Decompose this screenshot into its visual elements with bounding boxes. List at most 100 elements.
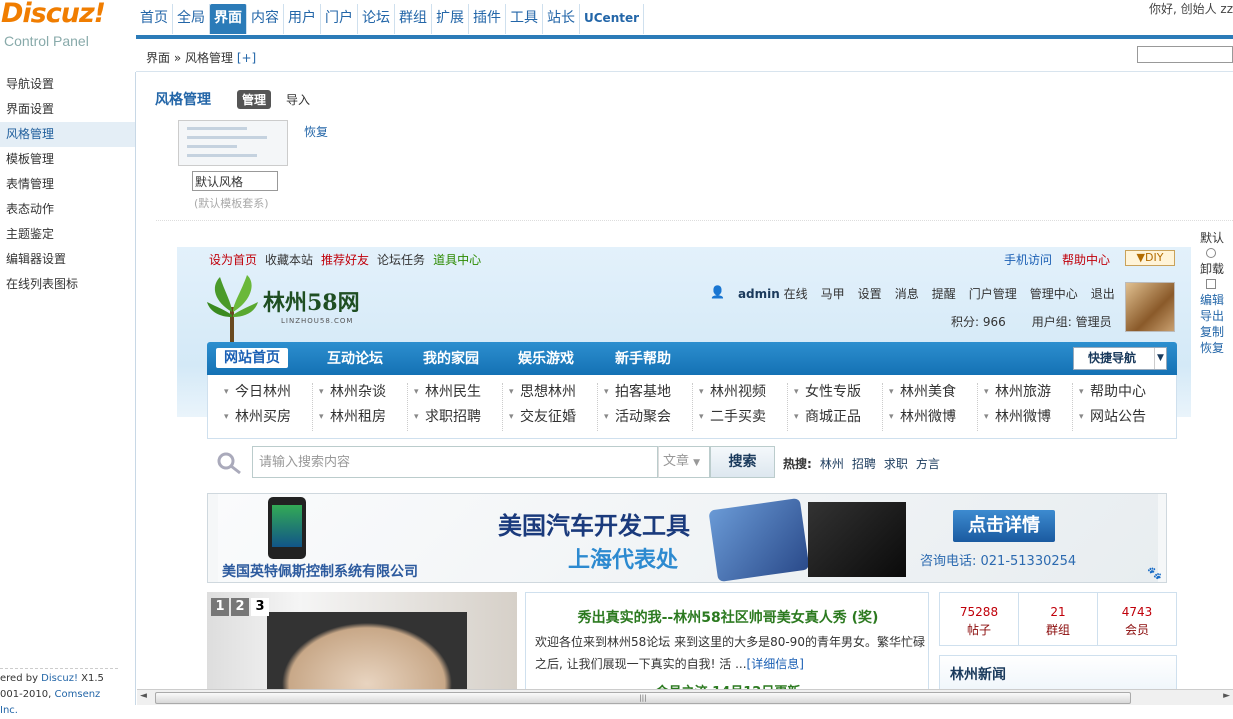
sub-nav-item[interactable]: 求职招聘 xyxy=(408,408,502,433)
nav-tab-4[interactable]: 用户 xyxy=(284,4,321,34)
search-button[interactable]: 搜索 xyxy=(710,446,775,478)
restore-link[interactable]: 恢复 xyxy=(304,123,328,140)
credits[interactable]: 积分: 966 xyxy=(951,313,1006,330)
horizontal-scrollbar[interactable]: ◄ ||| ► xyxy=(137,689,1233,705)
sub-nav-item[interactable]: 拍客基地 xyxy=(598,383,692,408)
quick-search-input[interactable] xyxy=(1137,46,1233,63)
hot-search-3[interactable]: 方言 xyxy=(916,455,940,472)
top-link-3[interactable]: 论坛任务 xyxy=(377,251,425,268)
sub-nav-item[interactable]: 思想林州 xyxy=(503,383,597,408)
ad-banner[interactable]: 美国英特佩斯控制系统有限公司 美国汽车开发工具 上海代表处 点击详情 咨询电话:… xyxy=(207,493,1167,583)
edit-link[interactable]: 编辑 xyxy=(1200,292,1233,308)
news-title-2[interactable]: 会员之流 14月12日更新 xyxy=(536,681,920,689)
hot-search-0[interactable]: 林州 xyxy=(820,455,844,472)
admin-center-link[interactable]: 管理中心 xyxy=(1030,285,1078,302)
nav-tab-2[interactable]: 界面 xyxy=(210,4,247,34)
sub-nav-item[interactable]: 林州旅游 xyxy=(978,383,1072,408)
nav-tab-7[interactable]: 群组 xyxy=(395,4,432,34)
style-name-input[interactable] xyxy=(192,171,278,191)
nav-tab-1[interactable]: 全局 xyxy=(173,4,210,34)
uninstall-checkbox[interactable] xyxy=(1206,279,1216,289)
sidebar-item-1[interactable]: 界面设置 xyxy=(0,97,135,122)
sub-nav-item[interactable]: 林州微博 xyxy=(978,408,1072,433)
scrollbar-thumb[interactable]: ||| xyxy=(155,692,1131,704)
username[interactable]: admin xyxy=(738,287,780,301)
stat-1[interactable]: 21 群组 xyxy=(1019,593,1098,645)
logout-link[interactable]: 退出 xyxy=(1091,285,1115,302)
top-link-1[interactable]: 收藏本站 xyxy=(265,251,313,268)
slider-page-0[interactable]: 1 xyxy=(211,598,229,616)
slider-page-2[interactable]: 3 xyxy=(251,598,269,616)
nav-tab-8[interactable]: 扩展 xyxy=(432,4,469,34)
image-slider[interactable]: 123 xyxy=(207,592,517,689)
sub-nav-item[interactable]: 女性专版 xyxy=(788,383,882,408)
nav-tab-11[interactable]: 站长 xyxy=(543,4,580,34)
sidebar-item-3[interactable]: 模板管理 xyxy=(0,147,135,172)
main-nav-item-0[interactable]: 网站首页 xyxy=(216,348,288,368)
hot-search-1[interactable]: 招聘 xyxy=(852,455,876,472)
sidebar-item-4[interactable]: 表情管理 xyxy=(0,172,135,197)
sub-nav-item[interactable]: 帮助中心 xyxy=(1073,383,1168,408)
slider-page-1[interactable]: 2 xyxy=(231,598,249,616)
main-nav-item-4[interactable]: 新手帮助 xyxy=(615,348,671,368)
scroll-right-icon[interactable]: ► xyxy=(1223,691,1230,701)
avatar[interactable] xyxy=(1125,282,1175,332)
sidebar-item-7[interactable]: 编辑器设置 xyxy=(0,247,135,272)
nav-tab-10[interactable]: 工具 xyxy=(506,4,543,34)
nav-tab-5[interactable]: 门户 xyxy=(321,4,358,34)
nav-tab-6[interactable]: 论坛 xyxy=(358,4,395,34)
help-link[interactable]: 帮助中心 xyxy=(1062,251,1110,268)
logo[interactable]: Discuz! Control Panel xyxy=(0,0,134,70)
breadcrumb-add-button[interactable]: [+] xyxy=(237,51,256,65)
sub-nav-item[interactable]: 林州视频 xyxy=(693,383,787,408)
main-nav-item-3[interactable]: 娱乐游戏 xyxy=(518,348,574,368)
sub-nav-item[interactable]: 商城正品 xyxy=(788,408,882,433)
restore-option-link[interactable]: 恢复 xyxy=(1200,340,1233,356)
portal-admin-link[interactable]: 门户管理 xyxy=(969,285,1017,302)
sub-nav-item[interactable]: 活动聚会 xyxy=(598,408,692,433)
nav-tab-3[interactable]: 内容 xyxy=(247,4,284,34)
scroll-left-icon[interactable]: ◄ xyxy=(140,691,147,701)
top-link-0[interactable]: 设为首页 xyxy=(209,251,257,268)
sidebar-item-5[interactable]: 表态动作 xyxy=(0,197,135,222)
sub-nav-item[interactable]: 林州租房 xyxy=(313,408,407,433)
top-link-2[interactable]: 推荐好友 xyxy=(321,251,369,268)
reminders-link[interactable]: 提醒 xyxy=(932,285,956,302)
nav-tab-0[interactable]: 首页 xyxy=(136,4,173,34)
sub-nav-item[interactable]: 网站公告 xyxy=(1073,408,1168,433)
top-link-4[interactable]: 道具中心 xyxy=(433,251,481,268)
sidebar-item-6[interactable]: 主题鉴定 xyxy=(0,222,135,247)
nav-tab-9[interactable]: 插件 xyxy=(469,4,506,34)
stat-2[interactable]: 4743 会员 xyxy=(1098,593,1176,645)
sub-nav-item[interactable]: 林州杂谈 xyxy=(313,383,407,408)
sub-nav-item[interactable]: 二手买卖 xyxy=(693,408,787,433)
local-news-title[interactable]: 林州新闻 xyxy=(950,664,1006,684)
sub-nav-item[interactable]: 林州民生 xyxy=(408,383,502,408)
sidebar-item-0[interactable]: 导航设置 xyxy=(0,72,135,97)
main-nav-item-2[interactable]: 我的家园 xyxy=(423,348,479,368)
sub-nav-item[interactable]: 今日林州 xyxy=(218,383,312,408)
quick-nav-button[interactable]: 快捷导航 ▼ xyxy=(1073,347,1167,370)
news-more-link[interactable]: [详细信息] xyxy=(747,657,804,671)
sub-nav-item[interactable]: 林州买房 xyxy=(218,408,312,433)
default-radio[interactable] xyxy=(1206,248,1216,258)
export-link[interactable]: 导出 xyxy=(1200,308,1233,324)
style-thumbnail[interactable] xyxy=(178,120,288,166)
tab-manage[interactable]: 管理 xyxy=(237,90,272,109)
news-title[interactable]: 秀出真实的我--林州58社区帅哥美女真人秀 (奖) xyxy=(536,607,920,627)
search-type-select[interactable]: 文章 ▼ xyxy=(658,446,710,478)
sub-nav-item[interactable]: 交友征婚 xyxy=(503,408,597,433)
footer-discuz-link[interactable]: Discuz! xyxy=(41,673,78,684)
sidebar-item-8[interactable]: 在线列表图标 xyxy=(0,272,135,297)
settings-link[interactable]: 设置 xyxy=(858,285,882,302)
messages-link[interactable]: 消息 xyxy=(895,285,919,302)
search-input[interactable]: 请输入搜索内容 xyxy=(252,446,658,478)
sub-nav-item[interactable]: 林州微博 xyxy=(883,408,977,433)
main-nav-item-1[interactable]: 互动论坛 xyxy=(327,348,383,368)
sub-nav-item[interactable]: 林州美食 xyxy=(883,383,977,408)
site-brand[interactable]: 林州58网 xyxy=(263,285,360,317)
nav-tab-12[interactable]: UCenter xyxy=(580,4,645,34)
diy-button[interactable]: ▼DIY xyxy=(1125,250,1175,266)
hot-search-2[interactable]: 求职 xyxy=(884,455,908,472)
sidebar-item-2[interactable]: 风格管理 xyxy=(0,122,135,147)
